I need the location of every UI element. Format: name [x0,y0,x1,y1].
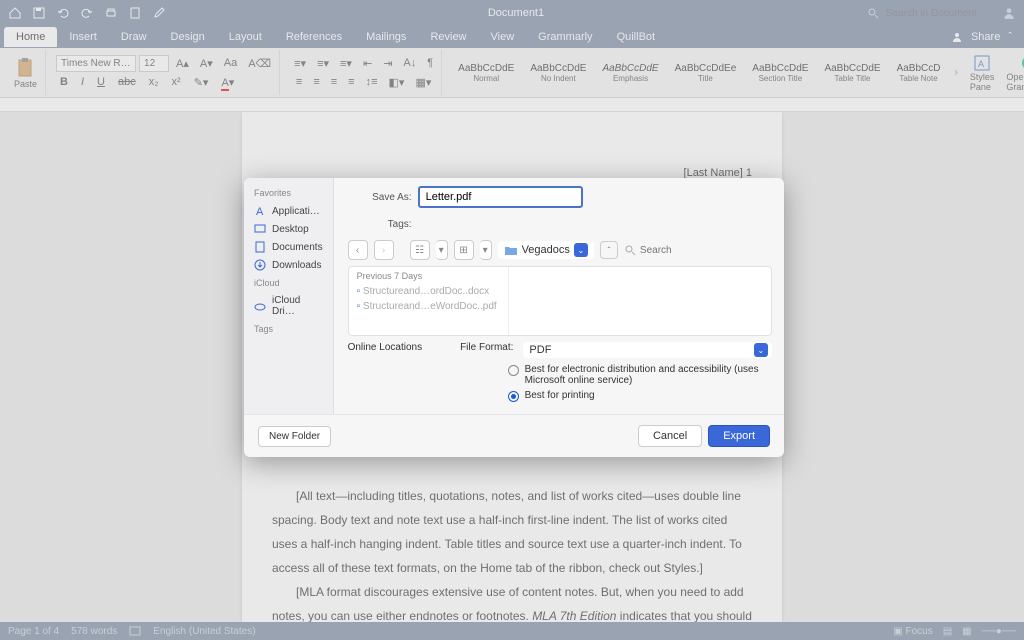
svg-text:A: A [256,206,264,217]
radio-electronic[interactable] [508,365,519,376]
file-item[interactable]: ▫ Structureand…ordDoc..docx [357,284,500,299]
save-as-input[interactable] [418,186,583,208]
sidebar-documents[interactable]: Documents [244,238,333,256]
group-dropdown-icon[interactable]: ▾ [480,240,492,260]
previous-days-header: Previous 7 Days [357,271,500,281]
location-caret-icon: ⌄ [574,243,588,257]
sidebar-tags-header: Tags [244,320,333,338]
file-format-select[interactable]: PDF ⌄ [523,342,771,358]
new-folder-button[interactable]: New Folder [258,426,331,447]
forward-button[interactable]: › [374,240,394,260]
save-as-label: Save As: [348,192,418,203]
radio-printing-label: Best for printing [525,390,595,401]
file-format-label: File Format: [460,342,513,353]
tags-label: Tags: [348,219,418,230]
search-icon [624,244,636,256]
group-icon[interactable]: ⊞ [454,240,474,260]
dialog-search-input[interactable] [640,245,772,256]
location-select[interactable]: Vegadocs ⌄ [498,241,594,259]
sidebar-icloud-header: iCloud [244,274,333,292]
file-format-caret-icon: ⌄ [754,343,768,357]
sidebar-favorites-header: Favorites [244,184,333,202]
cancel-button[interactable]: Cancel [638,425,702,447]
tags-input[interactable] [418,216,583,232]
radio-printing[interactable] [508,391,519,402]
sidebar-icloud-drive[interactable]: iCloud Dri… [244,292,333,320]
file-item[interactable]: ▫ Structureand…eWordDoc..pdf [357,299,500,314]
sidebar-applications[interactable]: AApplicati… [244,202,333,220]
radio-electronic-label: Best for electronic distribution and acc… [525,364,765,386]
online-locations-button[interactable]: Online Locations [348,342,423,353]
view-columns-icon[interactable]: ☷ [410,240,430,260]
view-dropdown-icon[interactable]: ▾ [436,240,448,260]
collapse-button[interactable]: ˆ [600,241,618,259]
folder-icon [504,244,518,256]
dialog-sidebar: Favorites AApplicati… Desktop Documents … [244,178,334,414]
sidebar-downloads[interactable]: Downloads [244,256,333,274]
sidebar-desktop[interactable]: Desktop [244,220,333,238]
file-browser: Previous 7 Days ▫ Structureand…ordDoc..d… [348,266,772,336]
save-dialog: Favorites AApplicati… Desktop Documents … [244,178,784,457]
back-button[interactable]: ‹ [348,240,368,260]
export-button[interactable]: Export [708,425,770,447]
